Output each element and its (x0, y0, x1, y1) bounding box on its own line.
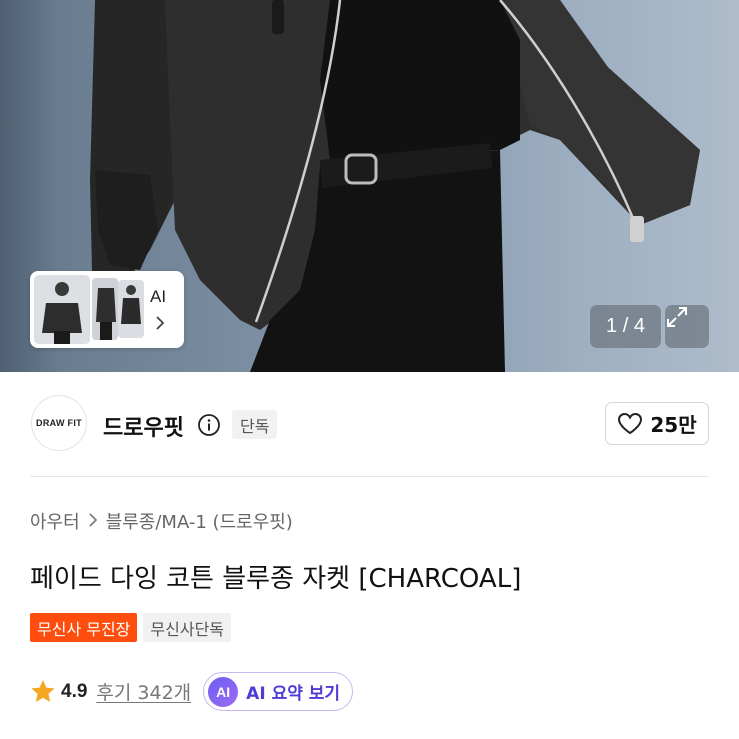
brand-name[interactable]: 드로우핏 (103, 410, 184, 442)
breadcrumb-item-category[interactable]: 블루종/MA-1 (드로우핏) (106, 508, 293, 534)
ai-icon: AI (208, 676, 239, 707)
thumbnail-image-3 (118, 280, 144, 338)
info-icon[interactable] (197, 413, 221, 441)
thumbnail-image (34, 275, 90, 344)
breadcrumb-item-outer[interactable]: 아우터 (30, 508, 80, 534)
product-image[interactable]: AI 1 / 4 (0, 0, 739, 372)
ai-look-card[interactable]: AI (30, 271, 184, 348)
chevron-right-icon (88, 511, 98, 532)
review-count-link[interactable]: 후기 342개 (96, 678, 191, 705)
brand-logo[interactable]: DRAW FIT (31, 395, 87, 451)
ai-summary-label: AI 요약 보기 (246, 684, 341, 704)
like-count: 25만 (650, 413, 697, 437)
breadcrumb: 아우터 블루종/MA-1 (드로우핏) (30, 508, 293, 534)
star-icon (31, 680, 55, 702)
tag-row: 무신사 무진장 무신사단독 (30, 613, 232, 642)
tag-mujinjang: 무신사 무진장 (30, 613, 138, 642)
heart-icon (618, 412, 643, 434)
divider (30, 476, 709, 477)
expand-icon (667, 307, 687, 327)
ai-thumb-label: AI (150, 287, 167, 306)
expand-button[interactable] (665, 305, 709, 348)
rating-value: 4.9 (61, 680, 88, 702)
product-title: 페이드 다잉 코튼 블루종 자켓 [CHARCOAL] (30, 564, 522, 594)
exclusive-badge: 단독 (232, 410, 278, 439)
image-page-indicator: 1 / 4 (590, 305, 661, 348)
thumbnail-image-2 (92, 278, 118, 340)
review-row: 4.9 후기 342개 AI AI 요약 보기 (30, 672, 354, 711)
ai-summary-button[interactable]: AI AI 요약 보기 (203, 672, 354, 711)
tag-exclusive: 무신사단독 (143, 613, 232, 642)
like-button[interactable]: 25만 (605, 402, 709, 445)
